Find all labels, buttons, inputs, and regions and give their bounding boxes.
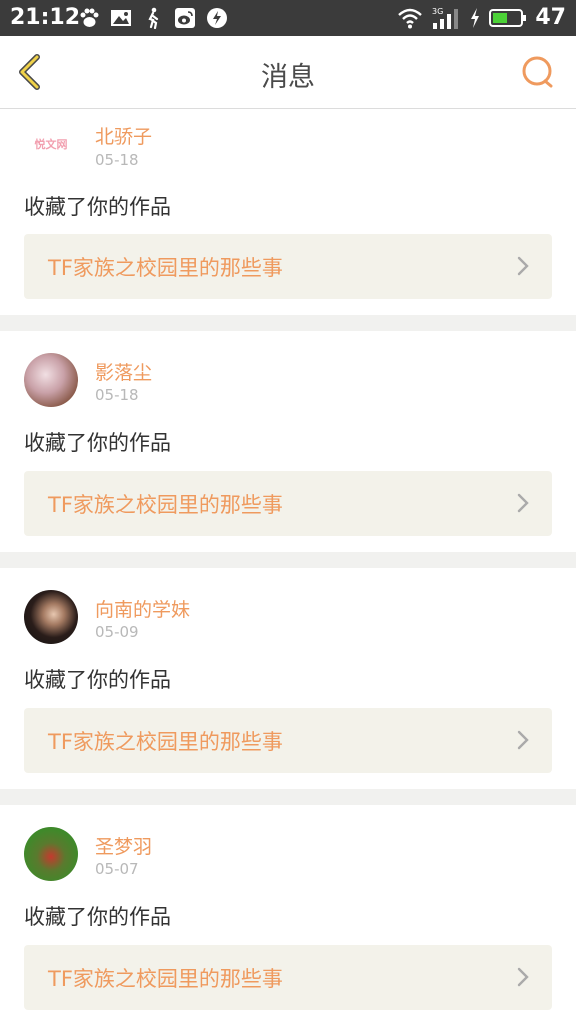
- walking-icon: [148, 7, 159, 29]
- message-date: 05-18: [95, 151, 139, 169]
- work-link[interactable]: TF家族之校园里的那些事: [24, 708, 552, 773]
- chevron-right-icon: [517, 967, 529, 987]
- avatar[interactable]: [24, 590, 78, 644]
- card-divider: [0, 315, 576, 331]
- work-title: TF家族之校园里的那些事: [48, 256, 283, 280]
- battery-icon: [489, 8, 527, 27]
- search-icon[interactable]: [520, 54, 556, 90]
- status-time: 21:12: [10, 5, 81, 30]
- battery-level: 47: [535, 5, 566, 30]
- avatar[interactable]: 悦文网: [24, 117, 78, 171]
- username[interactable]: 圣梦羽: [95, 832, 152, 859]
- system-status: 3G 47: [397, 5, 566, 30]
- app-notification-icon: [207, 8, 227, 28]
- wifi-icon: [398, 8, 423, 28]
- work-title: TF家族之校园里的那些事: [48, 967, 283, 991]
- status-bar: 21:12 3G 47: [0, 0, 576, 36]
- avatar[interactable]: [24, 827, 78, 881]
- work-link[interactable]: TF家族之校园里的那些事: [24, 945, 552, 1010]
- username[interactable]: 影落尘: [95, 358, 152, 385]
- avatar-logo-text: 悦文网: [34, 138, 68, 151]
- message-card: 圣梦羽 05-07 收藏了你的作品 TF家族之校园里的那些事: [0, 805, 576, 1026]
- username[interactable]: 北骄子: [95, 122, 152, 149]
- work-title: TF家族之校园里的那些事: [48, 493, 283, 517]
- chevron-right-icon: [517, 256, 529, 276]
- work-link[interactable]: TF家族之校园里的那些事: [24, 234, 552, 299]
- message-list: 悦文网 北骄子 05-18 收藏了你的作品 TF家族之校园里的那些事 影落尘 0…: [0, 109, 576, 1026]
- signal-3g-icon: 3G: [432, 7, 459, 29]
- message-date: 05-18: [95, 386, 139, 404]
- action-text: 收藏了你的作品: [24, 195, 171, 219]
- page-title: 消息: [261, 62, 315, 93]
- work-title: TF家族之校园里的那些事: [48, 730, 283, 754]
- chevron-right-icon: [517, 730, 529, 750]
- svg-text:3G: 3G: [432, 7, 443, 16]
- weibo-icon: [175, 8, 195, 28]
- message-card: 向南的学妹 05-09 收藏了你的作品 TF家族之校园里的那些事: [0, 568, 576, 789]
- nav-header: 消息: [0, 36, 576, 109]
- avatar[interactable]: [24, 353, 78, 407]
- charging-bolt-icon: [471, 7, 480, 28]
- message-card: 悦文网 北骄子 05-18 收藏了你的作品 TF家族之校园里的那些事: [0, 109, 576, 315]
- card-divider: [0, 552, 576, 568]
- action-text: 收藏了你的作品: [24, 668, 171, 692]
- message-date: 05-09: [95, 623, 139, 641]
- message-date: 05-07: [95, 860, 139, 878]
- message-card: 影落尘 05-18 收藏了你的作品 TF家族之校园里的那些事: [0, 331, 576, 552]
- card-divider: [0, 789, 576, 805]
- work-link[interactable]: TF家族之校园里的那些事: [24, 471, 552, 536]
- chevron-right-icon: [517, 493, 529, 513]
- notification-icons: [78, 7, 228, 29]
- action-text: 收藏了你的作品: [24, 431, 171, 455]
- action-text: 收藏了你的作品: [24, 905, 171, 929]
- baidu-paw-icon: [80, 8, 99, 27]
- image-notification-icon: [111, 10, 131, 26]
- username[interactable]: 向南的学妹: [95, 595, 190, 622]
